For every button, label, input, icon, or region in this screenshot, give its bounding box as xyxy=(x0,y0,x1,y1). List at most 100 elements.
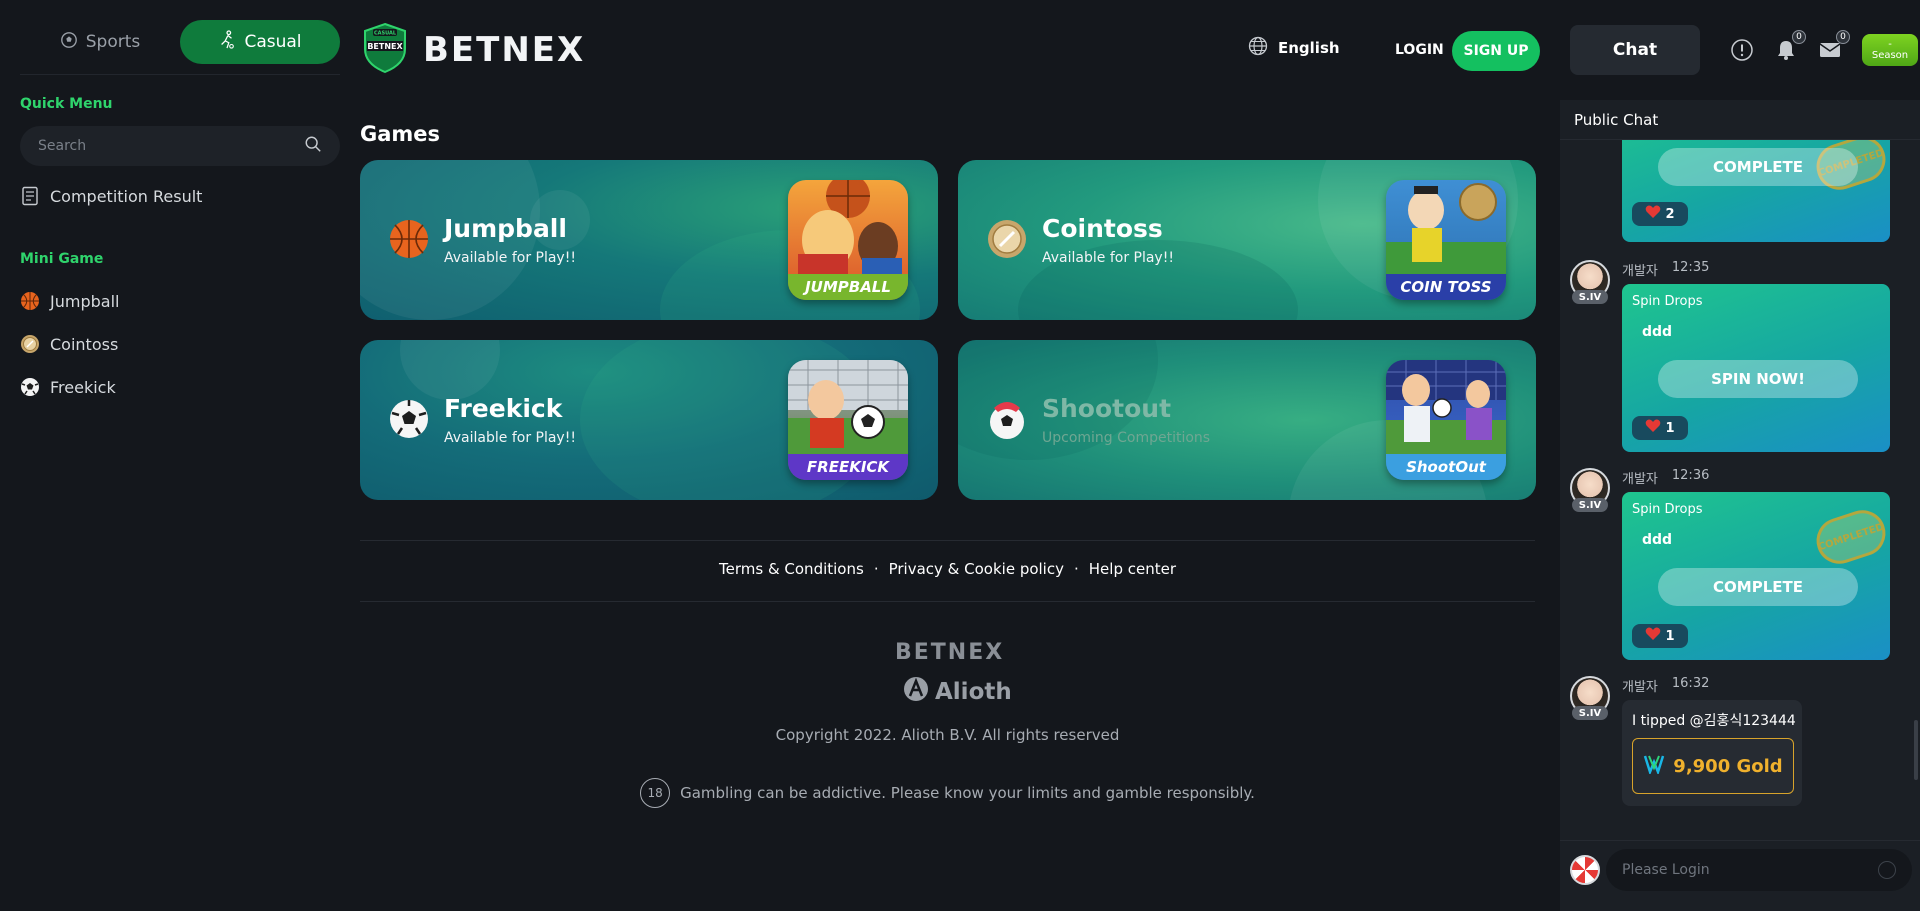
message-meta: 개발자 16:32 xyxy=(1622,676,1709,695)
user-tier-tag: S.IV xyxy=(1572,498,1608,512)
soccer-ball-icon xyxy=(20,377,40,397)
link-separator: · xyxy=(1073,560,1079,578)
signup-button[interactable]: SIGN UP xyxy=(1452,31,1540,71)
sidebar-item-label: Cointoss xyxy=(50,334,119,354)
casual-mode-button[interactable]: Casual xyxy=(180,20,340,64)
jumpball-thumbnail: JUMPBALL xyxy=(788,180,908,300)
heart-icon xyxy=(1645,627,1661,645)
shield-logo-icon: CASUAL BETNEX xyxy=(361,22,409,78)
message-meta: 개발자 12:35 xyxy=(1622,260,1709,279)
complete-button[interactable]: COMPLETE xyxy=(1658,568,1858,606)
freekick-illustration xyxy=(788,360,908,454)
footer-divider xyxy=(360,540,1535,541)
drop-title: Spin Drops xyxy=(1632,294,1703,309)
complete-button[interactable]: COMPLETE xyxy=(1658,148,1858,186)
chat-messages[interactable]: COMPLETED COMPLETE 2 S.IV 개발자 12:35 Spin… xyxy=(1560,140,1920,828)
copyright-text: Copyright 2022. Alioth B.V. All rights r… xyxy=(775,726,1120,744)
document-icon xyxy=(20,186,40,206)
like-counter[interactable]: 1 xyxy=(1632,624,1688,648)
shootout-thumbnail: ShootOut xyxy=(1386,360,1506,480)
logo-wordmark: BETNEX xyxy=(423,30,586,70)
privacy-link[interactable]: Privacy & Cookie policy xyxy=(889,560,1064,578)
chat-header: Public Chat xyxy=(1560,100,1920,140)
soccer-ball-icon xyxy=(60,31,78,54)
terms-link[interactable]: Terms & Conditions xyxy=(719,560,864,578)
footer-links: Terms & Conditions · Privacy & Cookie po… xyxy=(360,560,1535,578)
game-card-cointoss[interactable]: Cointoss Available for Play!! COIN TOSS xyxy=(958,160,1536,320)
link-separator: · xyxy=(873,560,879,578)
chat-tab[interactable]: Chat xyxy=(1570,25,1700,75)
login-button[interactable]: LOGIN xyxy=(1385,31,1454,69)
chat-input[interactable] xyxy=(1622,862,1878,878)
gold-coin-icon xyxy=(1643,754,1665,779)
sidebar-item-label: Jumpball xyxy=(50,291,120,311)
sidebar-item-freekick[interactable]: Freekick xyxy=(20,373,116,401)
message-time: 12:35 xyxy=(1671,260,1710,275)
like-count: 1 xyxy=(1665,420,1675,436)
sports-mode-button[interactable]: Sports xyxy=(20,20,180,64)
mini-game-heading: Mini Game xyxy=(20,251,104,267)
like-count: 2 xyxy=(1665,206,1675,222)
header: CASUAL BETNEX BETNEX English LOGIN SIGN … xyxy=(355,0,1700,100)
jumpball-illustration xyxy=(798,180,902,274)
spin-drops-card: Spin Drops ddd COMPLETED COMPLETE 1 xyxy=(1622,492,1892,660)
sidebar-item-competition-result[interactable]: Competition Result xyxy=(20,182,202,210)
emoji-icon[interactable] xyxy=(1878,861,1896,879)
alioth-wordmark: Alioth xyxy=(935,679,1012,705)
game-card-freekick[interactable]: Freekick Available for Play!! FREEKICK xyxy=(360,340,938,500)
games-title: Games xyxy=(360,122,441,146)
bell-icon[interactable]: 0 xyxy=(1774,30,1806,62)
quick-menu-heading: Quick Menu xyxy=(20,96,113,112)
freekick-thumbnail: FREEKICK xyxy=(788,360,908,480)
thumbnail-label: ShootOut xyxy=(1386,454,1506,480)
footer-divider xyxy=(360,601,1535,602)
svg-text:CASUAL: CASUAL xyxy=(374,31,397,37)
alioth-mark-icon xyxy=(903,676,929,708)
season-label: Season xyxy=(1871,50,1909,61)
mail-icon[interactable]: 0 xyxy=(1818,30,1850,62)
svg-text:BETNEX: BETNEX xyxy=(367,42,403,51)
sidebar-item-cointoss[interactable]: Cointoss xyxy=(20,330,118,358)
spin-now-button[interactable]: SPIN NOW! xyxy=(1658,360,1858,398)
season-button[interactable]: - Season xyxy=(1862,34,1918,66)
coin-icon xyxy=(986,218,1028,260)
kicking-player-icon xyxy=(218,29,236,55)
header-icon-bar: 0 0 - Season xyxy=(1730,30,1918,70)
age-18-icon: 18 xyxy=(640,778,671,808)
sidebar-item-jumpball[interactable]: Jumpball xyxy=(20,287,119,315)
info-icon[interactable] xyxy=(1730,38,1754,62)
footer-logo: BETNEX xyxy=(895,640,1005,665)
sidebar-search xyxy=(20,126,340,166)
soccer-ball-icon xyxy=(986,398,1028,440)
help-center-link[interactable]: Help center xyxy=(1089,560,1176,578)
like-counter[interactable]: 1 xyxy=(1632,416,1688,440)
search-input[interactable] xyxy=(38,138,304,154)
heart-icon xyxy=(1645,419,1661,437)
sidebar-item-label: Freekick xyxy=(50,377,116,397)
globe-icon xyxy=(1248,36,1268,60)
brand-logo[interactable]: CASUAL BETNEX BETNEX xyxy=(361,22,586,78)
chat-footer xyxy=(1560,840,1920,911)
search-icon[interactable] xyxy=(304,135,322,157)
thumbnail-label: JUMPBALL xyxy=(788,274,908,300)
notification-count-badge: 0 xyxy=(1792,30,1806,44)
spin-drops-card: Spin Drops ddd SPIN NOW! 1 xyxy=(1622,284,1890,452)
thumbnail-label: COIN TOSS xyxy=(1386,274,1506,300)
basketball-icon xyxy=(20,291,40,311)
casual-mode-label: Casual xyxy=(244,32,302,52)
username: 개발자 xyxy=(1622,264,1658,279)
language-selector[interactable]: English xyxy=(1248,36,1340,60)
game-name: Cointoss xyxy=(1042,214,1163,243)
responsible-gambling: 18 Gambling can be addictive. Please kno… xyxy=(360,778,1535,808)
cointoss-thumbnail: COIN TOSS xyxy=(1386,180,1506,300)
game-card-jumpball[interactable]: Jumpball Available for Play!! JUMPBALL xyxy=(360,160,938,320)
game-name: Shootout xyxy=(1042,394,1172,423)
game-card-shootout[interactable]: Shootout Upcoming Competitions ShootOut xyxy=(958,340,1536,500)
basketball-icon xyxy=(388,218,430,260)
chat-scrollbar[interactable] xyxy=(1914,720,1918,780)
roulette-wheel-icon[interactable] xyxy=(1570,855,1600,885)
like-counter[interactable]: 2 xyxy=(1632,202,1688,226)
sidebar-item-label: Competition Result xyxy=(50,186,203,206)
chat-input-box xyxy=(1606,849,1912,891)
coin-icon xyxy=(20,334,40,354)
